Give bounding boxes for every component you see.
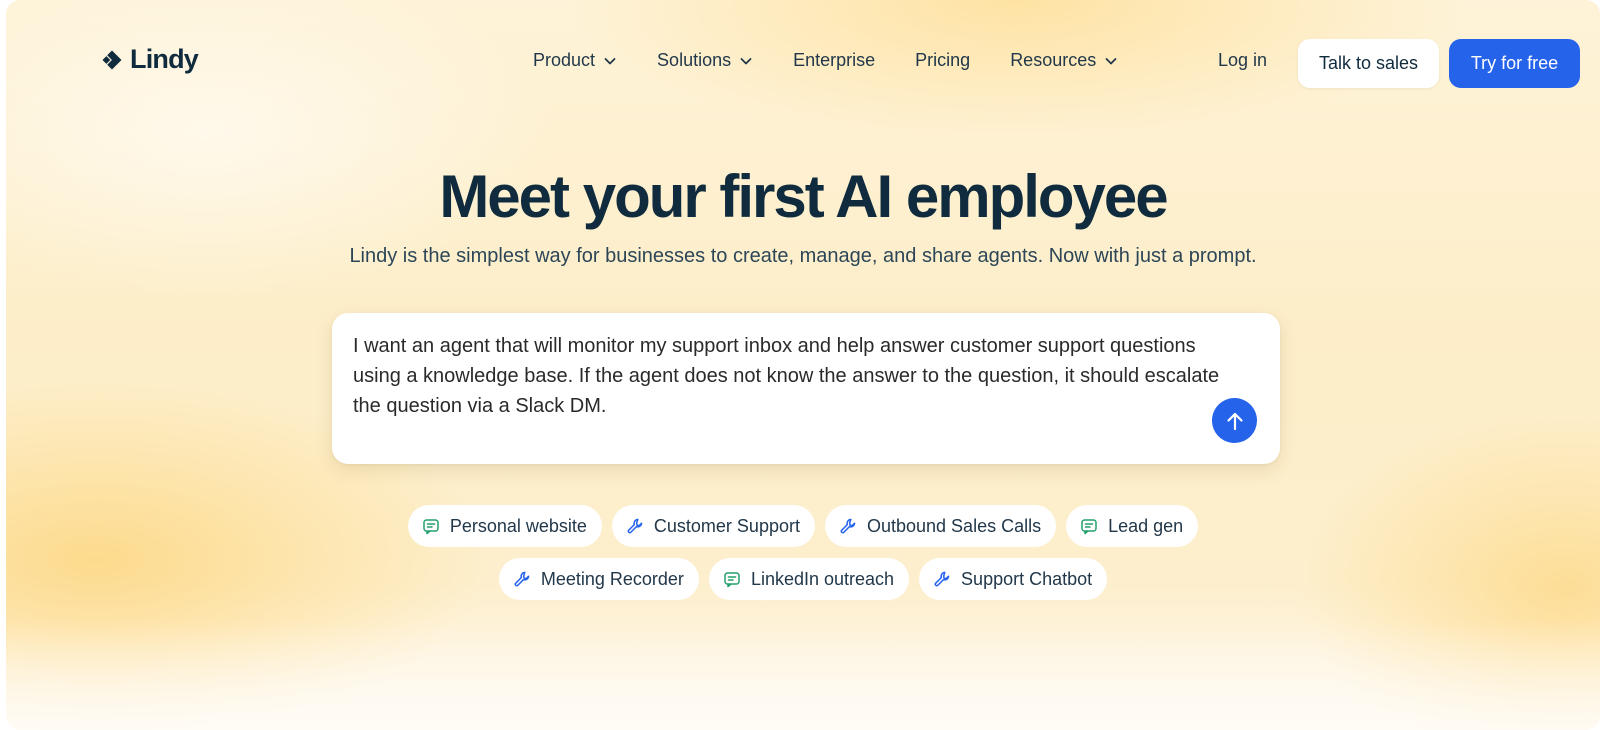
wrench-icon [627,518,643,534]
arrow-up-icon [1226,412,1243,430]
chip-label: Support Chatbot [961,568,1093,589]
nav-item-resources[interactable]: Resources [1010,50,1118,71]
hero-title: Meet your first AI employee [439,163,1168,230]
chip-label: Customer Support [653,515,800,536]
chevron-down-icon [1105,57,1117,64]
nav-item-label: Product [533,50,596,70]
logo-text: Lindy [130,44,199,74]
suggestion-chip-customer-support[interactable]: Customer Support [611,505,815,547]
suggestion-chip-linkedin-outreach[interactable]: LinkedIn outreach [708,558,910,600]
lindy-logo[interactable]: Lindy [100,44,199,75]
prompt-box[interactable]: I want an agent that will monitor my sup… [332,313,1280,464]
suggestion-chip-outbound-sales-calls[interactable]: Outbound Sales Calls [824,505,1057,547]
login-link[interactable]: Log in [1218,50,1267,71]
chip-label: Lead gen [1108,515,1184,536]
main-nav: Product Solutions Enterprise Pricing Res… [533,50,1158,71]
prompt-input[interactable]: I want an agent that will monitor my sup… [353,331,1243,421]
chip-label: Meeting Recorder [540,568,684,589]
message-icon [724,572,740,588]
send-button[interactable] [1212,398,1257,443]
chevron-down-icon [604,57,616,64]
nav-item-label: Resources [1010,50,1097,70]
nav-item-label: Solutions [657,50,732,70]
background-fade [6,620,1600,730]
lindy-logo-icon [102,50,122,69]
message-icon [1081,519,1097,535]
chip-label: Personal website [449,515,587,536]
hero-subtitle: Lindy is the simplest way for businesses… [349,245,1257,267]
talk-to-sales-button[interactable]: Talk to sales [1298,39,1439,88]
wrench-icon [840,518,856,534]
suggestion-chip-meeting-recorder[interactable]: Meeting Recorder [498,558,699,600]
suggestion-chip-lead-gen[interactable]: Lead gen [1066,505,1199,547]
suggestion-row: Personal website Customer Support Outbou… [6,505,1600,547]
wrench-icon [934,571,950,587]
message-icon [423,519,439,535]
page: Lindy Product Solutions Enterprise Prici… [6,0,1600,730]
suggestion-chip-personal-website[interactable]: Personal website [407,505,602,547]
nav-item-solutions[interactable]: Solutions [657,50,753,71]
nav-item-enterprise[interactable]: Enterprise [793,50,875,71]
chip-label: LinkedIn outreach [750,568,895,589]
nav-item-pricing[interactable]: Pricing [915,50,970,71]
try-for-free-button[interactable]: Try for free [1449,39,1580,88]
chevron-down-icon [740,57,752,64]
suggestion-row: Meeting Recorder LinkedIn outreach Suppo… [6,558,1600,600]
nav-item-label: Enterprise [793,50,876,70]
wrench-icon [514,571,530,587]
nav-item-product[interactable]: Product [533,50,617,71]
suggestion-chip-support-chatbot[interactable]: Support Chatbot [919,558,1108,600]
nav-item-label: Pricing [915,50,971,70]
chip-label: Outbound Sales Calls [866,515,1042,536]
